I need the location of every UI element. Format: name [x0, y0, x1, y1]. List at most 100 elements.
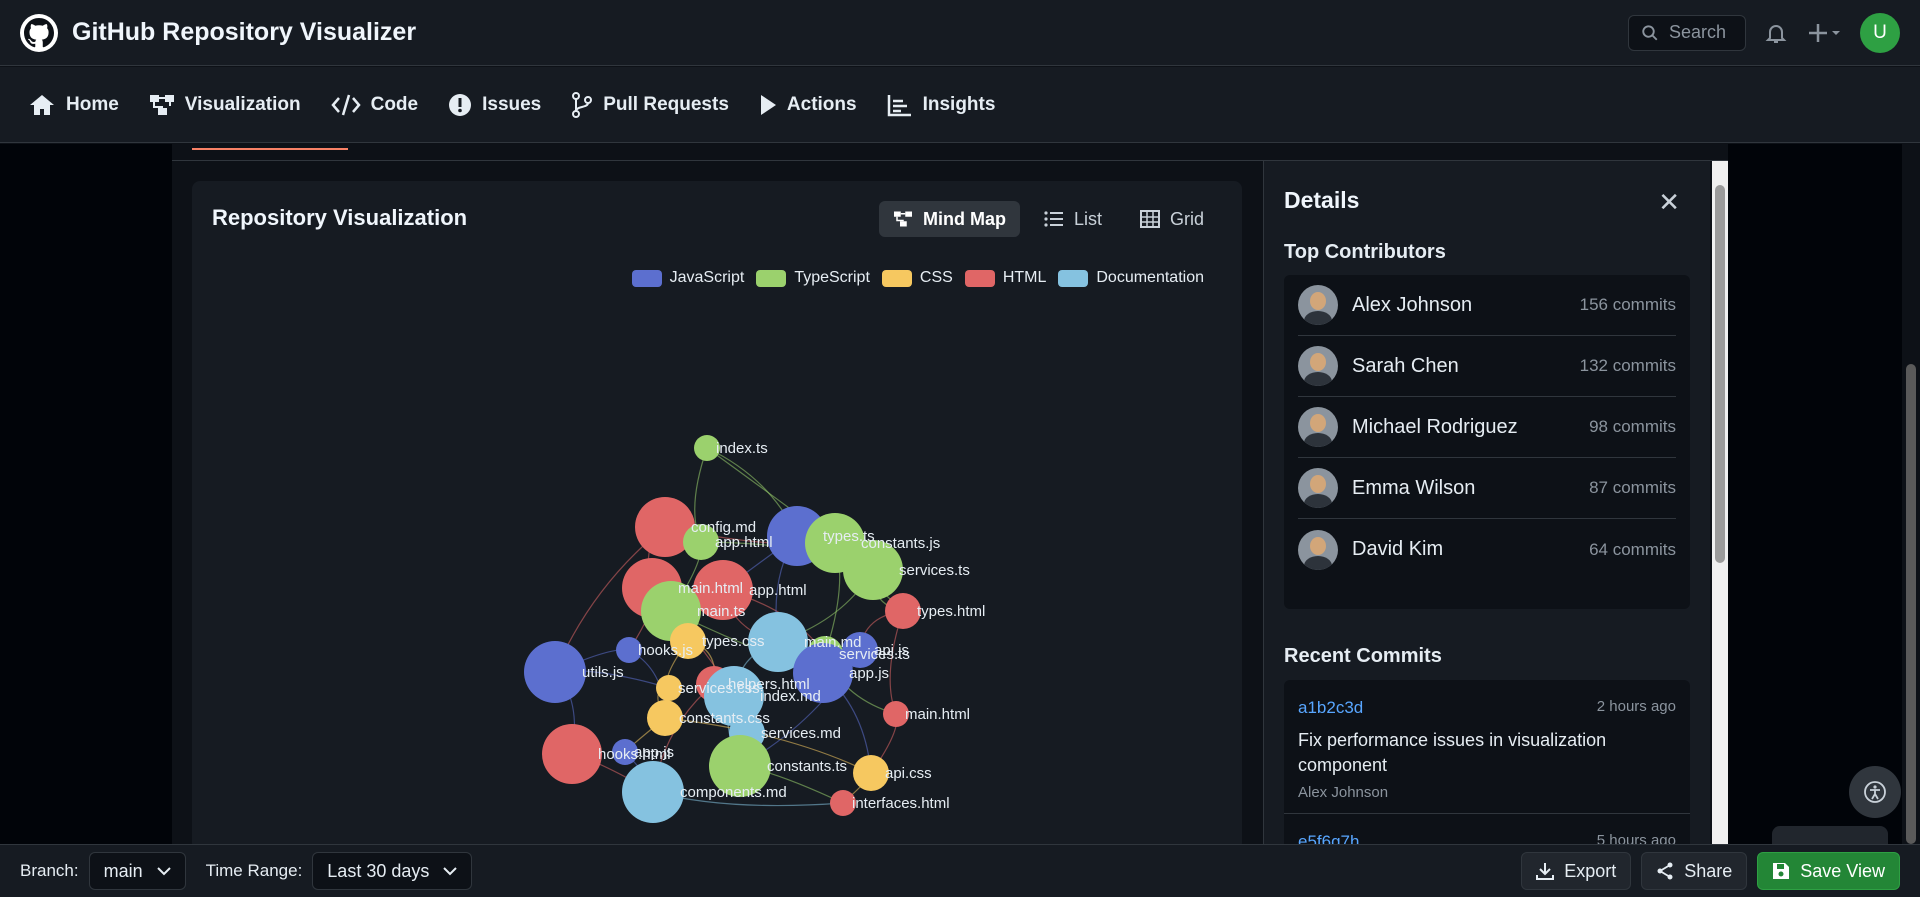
time-range-select[interactable]: Last 30 days [312, 852, 473, 890]
play-icon [760, 94, 776, 115]
graph-node-label: main.html [905, 706, 970, 723]
share-label: Share [1684, 860, 1733, 881]
list-view-button[interactable]: List [1030, 201, 1116, 237]
close-icon[interactable]: ✕ [1658, 187, 1680, 218]
legend-label: Documentation [1096, 269, 1204, 286]
branch-label: Branch: [20, 861, 79, 880]
graph-node-label: types.html [917, 603, 985, 620]
contributor-row[interactable]: David Kim 64 commits [1298, 519, 1676, 580]
commit-message: Fix performance issues in visualization … [1298, 730, 1607, 775]
nav-visualization[interactable]: Visualization [149, 93, 301, 117]
graph-node[interactable] [853, 755, 889, 791]
mind-map-view-button[interactable]: Mind Map [878, 201, 1020, 237]
sitemap-icon [149, 94, 174, 115]
right-gutter [1728, 144, 1920, 844]
chevron-down-icon [443, 867, 458, 876]
contributor-row[interactable]: Alex Johnson 156 commits [1298, 275, 1676, 336]
visualization-title: Repository Visualization [212, 205, 468, 230]
view-label: List [1073, 208, 1102, 229]
commit-author: Alex Johnson [1298, 784, 1389, 801]
nav-pull-requests[interactable]: Pull Requests [571, 91, 729, 118]
graph-node[interactable] [885, 593, 921, 629]
contributors-title: Top Contributors [1284, 241, 1446, 263]
graph-node-label: services.ts [839, 646, 910, 663]
contributor-commits: 156 commits [1579, 295, 1676, 314]
nav-label: Pull Requests [603, 93, 729, 115]
graph-node-label: app.html [749, 582, 807, 599]
contributor-row[interactable]: Michael Rodriguez 98 commits [1298, 397, 1676, 458]
details-scrollbar[interactable] [1712, 161, 1728, 851]
grid-view-button[interactable]: Grid [1126, 201, 1218, 237]
page-scroll-thumb[interactable] [1906, 364, 1916, 844]
active-tab-indicator [192, 148, 348, 150]
nav-code[interactable]: Code [330, 93, 418, 117]
time-range-label: Time Range: [205, 861, 303, 880]
graph-node-label: services.ts [899, 562, 970, 579]
graph-node[interactable] [524, 641, 586, 703]
contributor-name: Michael Rodriguez [1352, 415, 1518, 438]
legend-label: TypeScript [794, 269, 870, 286]
contributor-name: Alex Johnson [1352, 293, 1473, 316]
nav-home[interactable]: Home [28, 93, 119, 117]
legend-swatch [756, 269, 787, 287]
graph-node[interactable] [647, 700, 683, 736]
app-title: GitHub Repository Visualizer [72, 18, 417, 46]
graph-icon [887, 94, 911, 116]
avatar [1298, 346, 1338, 386]
contributor-name: Sarah Chen [1352, 354, 1459, 377]
nav-actions[interactable]: Actions [759, 93, 857, 117]
graph-node-label: api.css [885, 765, 932, 782]
contributor-commits: 98 commits [1589, 417, 1676, 436]
graph-node-label: index.md [760, 688, 821, 705]
commit-item[interactable]: a1b2c3d 2 hours ago Fix performance issue… [1284, 680, 1690, 814]
contributor-row[interactable]: Emma Wilson 87 commits [1298, 458, 1676, 519]
nav-issues[interactable]: Issues [448, 93, 541, 117]
graph-node[interactable] [542, 724, 602, 784]
create-new-dropdown[interactable] [1806, 21, 1842, 45]
view-label: Mind Map [922, 208, 1006, 229]
chevron-down-icon [156, 867, 171, 876]
graph-node[interactable] [622, 761, 684, 823]
graph-node-label: main.ts [697, 603, 745, 620]
avatar [1298, 529, 1338, 570]
legend-item: TypeScript [756, 269, 870, 287]
scroll-thumb[interactable] [1715, 185, 1725, 563]
code-icon [330, 94, 361, 115]
legend-label: CSS [919, 269, 953, 286]
graph-node-label: app.js [634, 744, 674, 761]
download-icon [1536, 863, 1555, 880]
commit-time: 2 hours ago [1596, 698, 1676, 715]
contributor-commits: 132 commits [1579, 356, 1676, 375]
legend-label: HTML [1002, 269, 1047, 286]
nav-label: Home [66, 93, 119, 115]
nav-insights[interactable]: Insights [887, 93, 996, 117]
nav-label: Insights [922, 93, 996, 115]
brand[interactable]: GitHub Repository Visualizer [20, 13, 417, 52]
graph-node-label: hooks.js [638, 642, 693, 659]
bell-icon[interactable] [1764, 21, 1788, 45]
sitemap-icon [893, 211, 912, 227]
search-icon [1642, 24, 1658, 40]
legend-item: JavaScript [631, 269, 745, 287]
legend-swatch [964, 269, 995, 287]
legend-item: CSS [881, 269, 953, 287]
export-button[interactable]: Export [1521, 852, 1632, 890]
avatar [1298, 468, 1338, 508]
mind-map-graph[interactable]: index.tsconfig.mdapp.html types.tsconstan… [192, 311, 1242, 851]
github-logo-icon [20, 13, 58, 52]
search-button[interactable]: Search [1628, 14, 1746, 51]
branch-select[interactable]: main [88, 852, 186, 890]
contributor-row[interactable]: Sarah Chen 132 commits [1298, 336, 1676, 397]
page-scrollbar[interactable] [1902, 144, 1920, 844]
save-view-button[interactable]: Save View [1757, 852, 1900, 890]
legend: JavaScript TypeScript CSS HTML Documenta… [631, 269, 1204, 287]
left-gutter [0, 144, 172, 844]
commit-hash[interactable]: a1b2c3d [1298, 698, 1363, 718]
accessibility-button[interactable] [1849, 766, 1901, 818]
graph-node-label: services.md [761, 725, 841, 742]
user-avatar[interactable]: U [1860, 12, 1900, 53]
share-button[interactable]: Share [1641, 852, 1748, 890]
share-icon [1657, 862, 1673, 880]
legend-label: JavaScript [669, 269, 745, 286]
view-label: Grid [1169, 208, 1204, 229]
